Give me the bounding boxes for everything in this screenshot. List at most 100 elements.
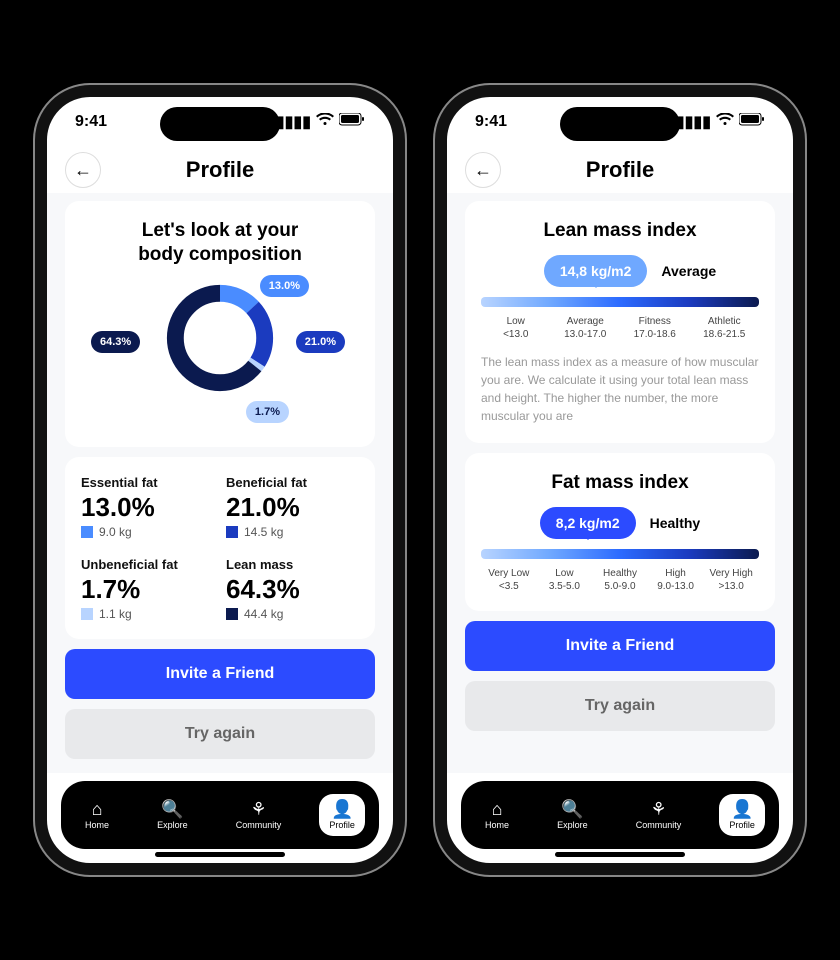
tab-label: Profile (329, 820, 355, 830)
tab-home[interactable]: ⌂ Home (475, 794, 519, 836)
tab-label: Community (636, 820, 682, 830)
metric-mass: 9.0 kg (99, 525, 132, 539)
page-title: Profile (186, 157, 254, 183)
metric-unbeneficial-fat: Unbeneficial fat 1.7% 1.1 kg (81, 557, 214, 621)
metric-beneficial-fat: Beneficial fat 21.0% 14.5 kg (226, 475, 359, 539)
tick-name: High (648, 567, 704, 580)
home-indicator[interactable] (555, 852, 685, 857)
home-icon: ⌂ (92, 800, 103, 818)
status-icons: ▮▮▮▮ (676, 112, 765, 132)
tick-name: Very High (703, 567, 759, 580)
tab-label: Home (485, 820, 509, 830)
tab-bar: ⌂ Home 🔍 Explore ⚘ Community 👤 Profile (61, 781, 379, 849)
lmi-category: Average (661, 263, 716, 279)
fmi-title: Fat mass index (481, 471, 759, 495)
tab-label: Explore (557, 820, 588, 830)
donut-chart: 13.0% 21.0% 1.7% 64.3% (81, 279, 359, 429)
tick-name: Low (537, 567, 593, 580)
header: ← Profile (447, 147, 793, 193)
tick-name: Very Low (481, 567, 537, 580)
tick-range: 9.0-13.0 (648, 580, 704, 593)
invite-friend-button[interactable]: Invite a Friend (65, 649, 375, 699)
donut-label-lean: 64.3% (91, 331, 140, 353)
lmi-scale-bar (481, 297, 759, 307)
tab-community[interactable]: ⚘Community (626, 794, 692, 836)
tick-range: 5.0-9.0 (592, 580, 648, 593)
content-area: Let's look at your body composition 13.0… (47, 193, 393, 773)
fmi-ticks: Very Low<3.5 Low3.5-5.0 Healthy5.0-9.0 H… (481, 567, 759, 593)
tab-label: Home (85, 820, 109, 830)
tick-range: <3.5 (481, 580, 537, 593)
tab-home[interactable]: ⌂ Home (75, 794, 119, 836)
tick-range: >13.0 (703, 580, 759, 593)
tab-label: Explore (157, 820, 188, 830)
header: ← Profile (47, 147, 393, 193)
arrow-left-icon: ← (74, 160, 92, 181)
lmi-description: The lean mass index as a measure of how … (481, 353, 759, 425)
tick-range: <13.0 (481, 328, 551, 341)
try-again-button[interactable]: Try again (465, 681, 775, 731)
metric-value: 64.3% (226, 574, 359, 605)
metric-value: 1.7% (81, 574, 214, 605)
swatch-icon (226, 526, 238, 538)
notch (160, 107, 280, 141)
status-icons: ▮▮▮▮ (276, 112, 365, 132)
tab-profile[interactable]: 👤 Profile (319, 794, 365, 836)
metric-label: Essential fat (81, 475, 214, 490)
donut-label-essential: 13.0% (260, 275, 309, 297)
home-indicator[interactable] (155, 852, 285, 857)
page-title: Profile (586, 157, 654, 183)
metric-label: Unbeneficial fat (81, 557, 214, 572)
home-icon: ⌂ (492, 800, 503, 818)
wifi-icon (316, 113, 334, 132)
composition-heading: Let's look at your body composition (81, 219, 359, 267)
community-icon: ⚘ (250, 800, 266, 818)
tab-profile[interactable]: 👤 Profile (719, 794, 765, 836)
metrics-card: Essential fat 13.0% 9.0 kg Beneficial fa… (65, 457, 375, 639)
profile-icon: 👤 (331, 800, 353, 818)
donut-label-beneficial: 21.0% (296, 331, 345, 353)
try-again-button[interactable]: Try again (65, 709, 375, 759)
tick-range: 3.5-5.0 (537, 580, 593, 593)
battery-icon (339, 113, 365, 131)
tick-name: Athletic (690, 315, 760, 328)
donut-label-unbeneficial: 1.7% (246, 401, 289, 423)
fmi-value-bubble: 8,2 kg/m2 (540, 507, 636, 539)
back-button[interactable]: ← (465, 152, 501, 188)
metric-label: Beneficial fat (226, 475, 359, 490)
status-time: 9:41 (75, 113, 107, 131)
tick-range: 17.0-18.6 (620, 328, 690, 341)
swatch-icon (81, 608, 93, 620)
metric-value: 21.0% (226, 492, 359, 523)
fmi-category: Healthy (650, 515, 701, 531)
invite-friend-button[interactable]: Invite a Friend (465, 621, 775, 671)
metric-mass: 14.5 kg (244, 525, 283, 539)
tab-label: Profile (729, 820, 755, 830)
tick-name: Average (551, 315, 621, 328)
arrow-left-icon: ← (474, 160, 492, 181)
lmi-title: Lean mass index (481, 219, 759, 243)
tick-name: Healthy (592, 567, 648, 580)
battery-icon (739, 113, 765, 131)
tick-range: 18.6-21.5 (690, 328, 760, 341)
notch (560, 107, 680, 141)
back-button[interactable]: ← (65, 152, 101, 188)
metric-essential-fat: Essential fat 13.0% 9.0 kg (81, 475, 214, 539)
metric-label: Lean mass (226, 557, 359, 572)
lmi-value-bubble: 14,8 kg/m2 (544, 255, 648, 287)
wifi-icon (716, 113, 734, 132)
tab-community[interactable]: ⚘ Community (226, 794, 292, 836)
metric-mass: 1.1 kg (99, 607, 132, 621)
search-icon: 🔍 (561, 800, 583, 818)
search-icon: 🔍 (161, 800, 183, 818)
tab-explore[interactable]: 🔍 Explore (547, 794, 598, 836)
profile-icon: 👤 (731, 800, 753, 818)
tab-explore[interactable]: 🔍 Explore (147, 794, 198, 836)
signal-icon: ▮▮▮▮ (676, 112, 711, 132)
tab-label: Community (236, 820, 282, 830)
fmi-scale-bar (481, 549, 759, 559)
swatch-icon (81, 526, 93, 538)
phone-mockup-left: 9:41 ▮▮▮▮ ← Profile Let's look at your b… (35, 85, 405, 875)
tick-name: Low (481, 315, 551, 328)
phone-mockup-right: 9:41 ▮▮▮▮ ← Profile Lean mass index 14,8… (435, 85, 805, 875)
